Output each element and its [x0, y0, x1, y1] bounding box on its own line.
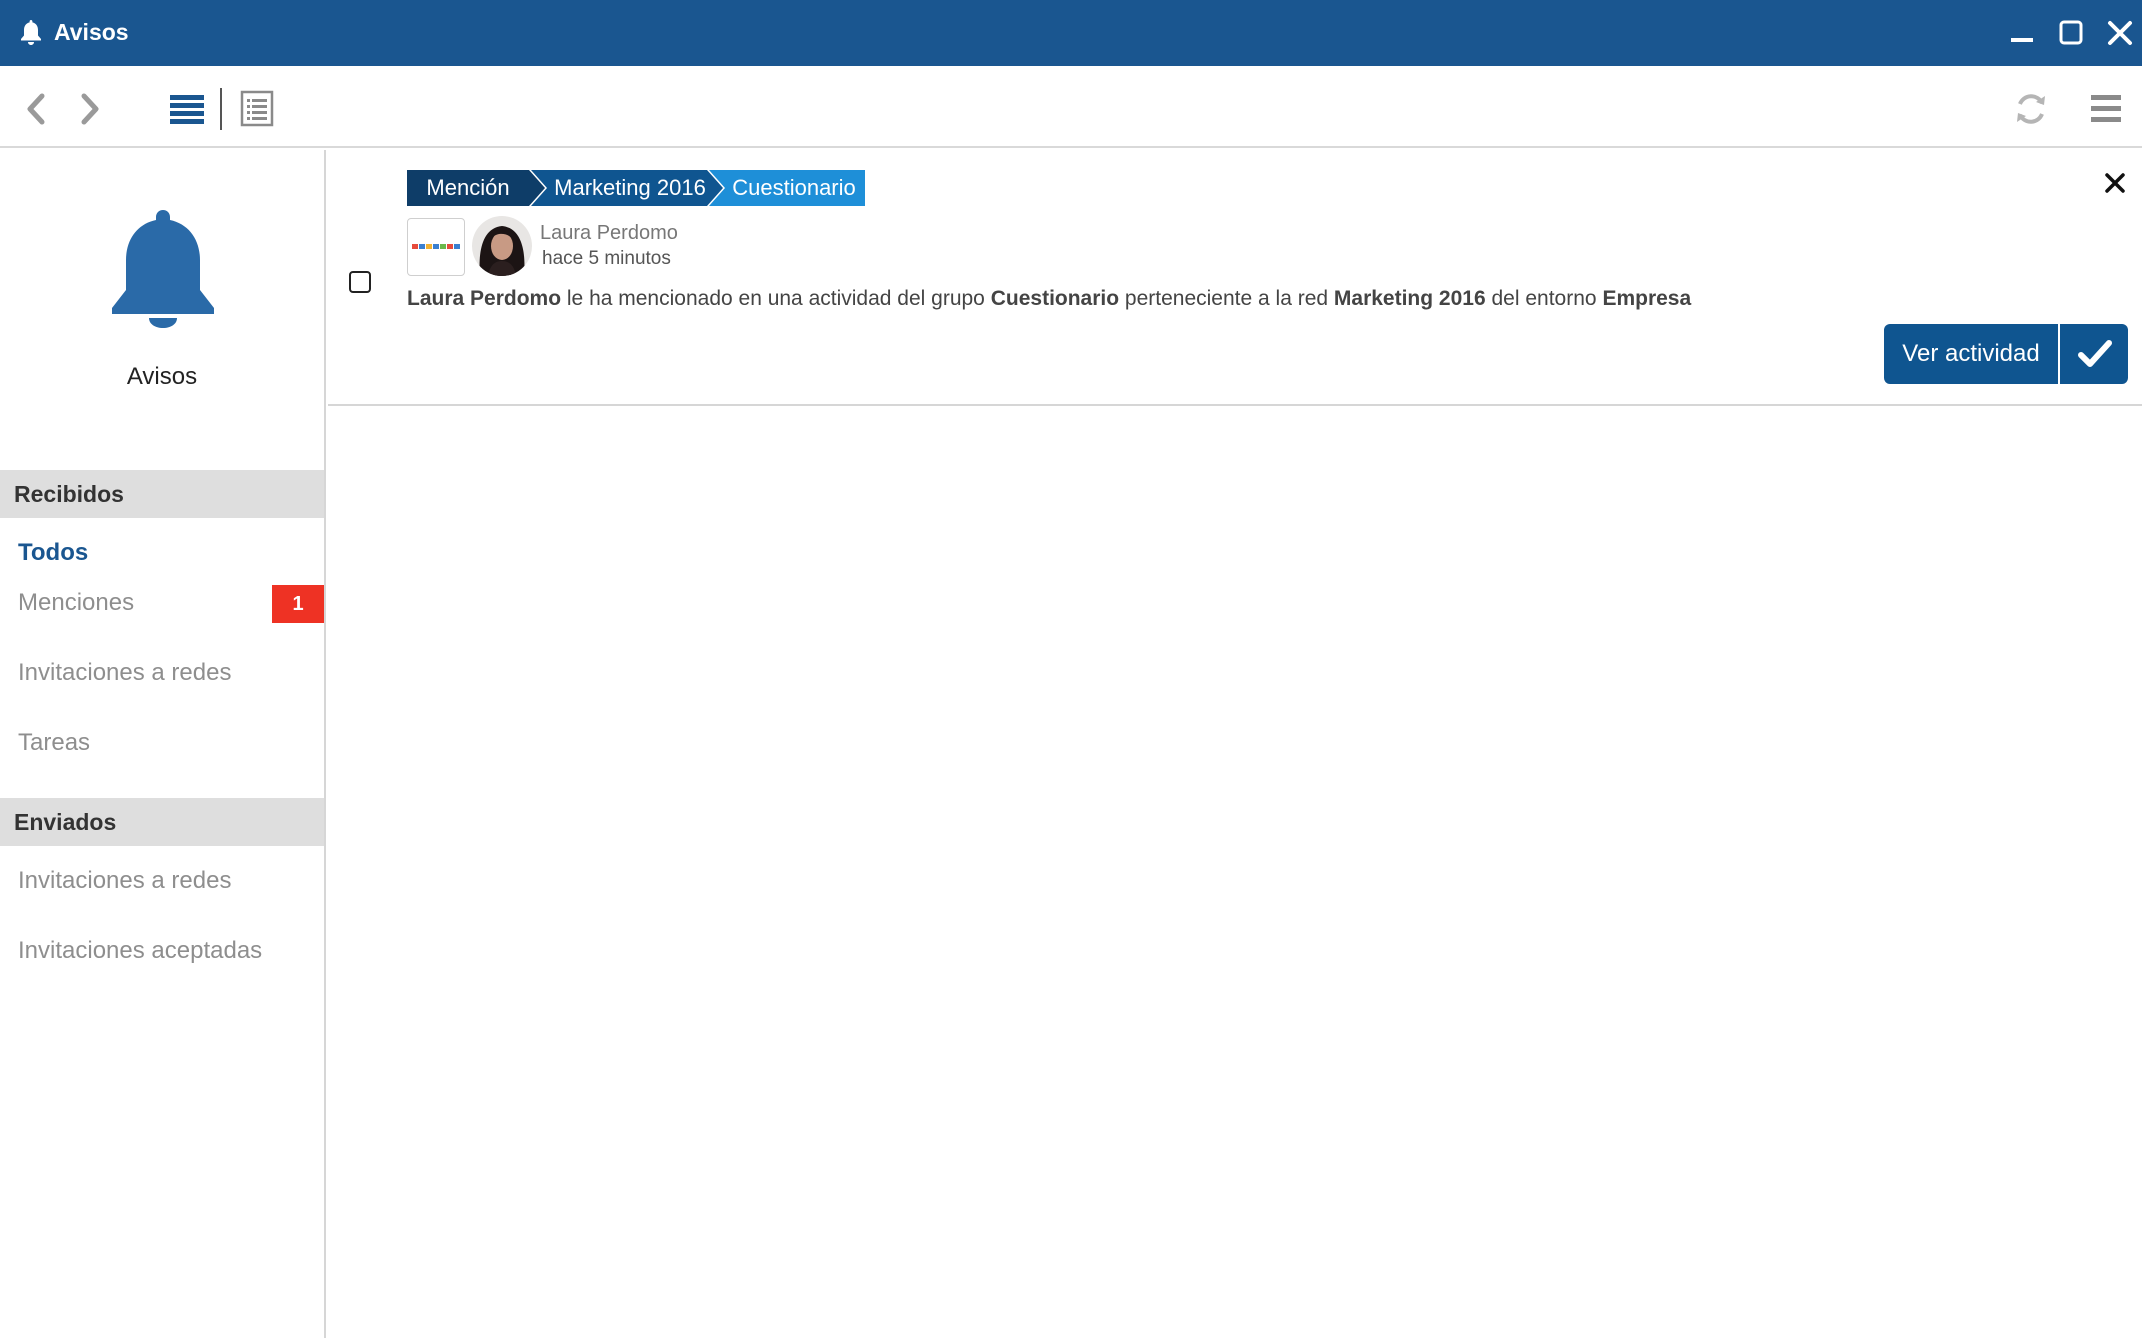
notification-author: Laura Perdomo	[540, 222, 678, 244]
maximize-icon	[2059, 20, 2083, 45]
nav-item-label: Invitaciones aceptadas	[18, 937, 263, 964]
back-button[interactable]	[22, 92, 50, 126]
avatar[interactable]	[472, 216, 532, 276]
section-sent-heading: Enviados	[0, 798, 324, 846]
nav-item-label: Todos	[18, 539, 89, 566]
nav-item-label: Invitaciones a redes	[18, 659, 232, 686]
section-received-heading: Recibidos	[0, 470, 324, 518]
nav-item-label: Tareas	[18, 729, 91, 756]
view-activity-button[interactable]: Ver actividad	[1884, 324, 2058, 384]
nav-item-label: Menciones	[18, 589, 135, 616]
nav-item-todos[interactable]: Todos	[0, 525, 324, 581]
close-icon	[2108, 21, 2132, 45]
mentions-count-badge: 1	[272, 585, 324, 623]
menu-icon	[2091, 95, 2121, 122]
message-environment: Empresa	[1602, 287, 1692, 310]
chevron-right-icon	[81, 93, 99, 125]
toolbar-divider	[220, 88, 222, 130]
bell-icon	[21, 20, 41, 45]
refresh-icon	[2017, 94, 2045, 124]
nav-item-menciones[interactable]: Menciones 1	[0, 575, 324, 631]
menu-button[interactable]	[2090, 92, 2122, 126]
breadcrumb-mencion[interactable]: Mención	[407, 170, 545, 206]
detail-view-icon	[240, 90, 274, 127]
title-bar: Avisos	[0, 0, 2142, 66]
breadcrumb-cuestionario[interactable]: Cuestionario	[709, 170, 865, 206]
nav-item-sent-invitaciones-redes[interactable]: Invitaciones a redes	[0, 853, 324, 909]
message-network: Marketing 2016	[1333, 287, 1486, 310]
checkmark-icon	[2078, 340, 2112, 367]
chevron-left-icon	[27, 93, 45, 125]
user-photo	[472, 216, 532, 276]
sidebar-title: Avisos	[126, 363, 198, 390]
detail-view-button[interactable]	[240, 90, 274, 128]
refresh-button[interactable]	[2012, 90, 2050, 128]
bell-icon	[112, 210, 214, 328]
notification-message: Laura Perdomo le ha mencionado en una ac…	[407, 284, 1691, 314]
mark-read-button[interactable]	[2058, 324, 2128, 384]
network-logo-icon	[412, 244, 460, 249]
select-checkbox[interactable]	[349, 271, 371, 293]
message-text: perteneciente a la red	[1124, 287, 1329, 310]
breadcrumb-label: Cuestionario	[732, 175, 856, 200]
list-view-button[interactable]	[168, 92, 206, 128]
minimize-icon	[2011, 38, 2033, 42]
nav-item-tareas[interactable]: Tareas	[0, 715, 324, 771]
list-view-icon	[170, 95, 204, 124]
toolbar	[0, 66, 2142, 148]
forward-button[interactable]	[76, 92, 104, 126]
dismiss-button[interactable]	[2102, 170, 2128, 196]
notification-time: hace 5 minutos	[542, 248, 671, 269]
nav-item-label: Invitaciones a redes	[18, 867, 232, 894]
close-window-button[interactable]	[2105, 18, 2135, 48]
message-text: del entorno	[1491, 287, 1597, 310]
notification-item: Mención Marketing 2016 Cuestionario Laur…	[328, 150, 2142, 406]
breadcrumb-marketing-2016[interactable]: Marketing 2016	[531, 170, 723, 206]
minimize-button[interactable]	[2007, 18, 2037, 48]
breadcrumb-label: Marketing 2016	[554, 175, 706, 200]
close-icon	[2105, 173, 2125, 193]
message-author: Laura Perdomo	[407, 287, 562, 310]
nav-item-invitaciones-redes[interactable]: Invitaciones a redes	[0, 645, 324, 701]
message-group: Cuestionario	[990, 287, 1120, 310]
network-logo	[407, 218, 465, 276]
maximize-button[interactable]	[2056, 18, 2086, 48]
sidebar: Avisos Recibidos Todos Menciones 1 Invit…	[0, 150, 326, 1338]
window-title: Avisos	[54, 19, 129, 45]
breadcrumb-label: Mención	[426, 175, 510, 200]
nav-item-invitaciones-aceptadas[interactable]: Invitaciones aceptadas	[0, 923, 324, 979]
message-text: le ha mencionado en una actividad del gr…	[566, 287, 985, 310]
